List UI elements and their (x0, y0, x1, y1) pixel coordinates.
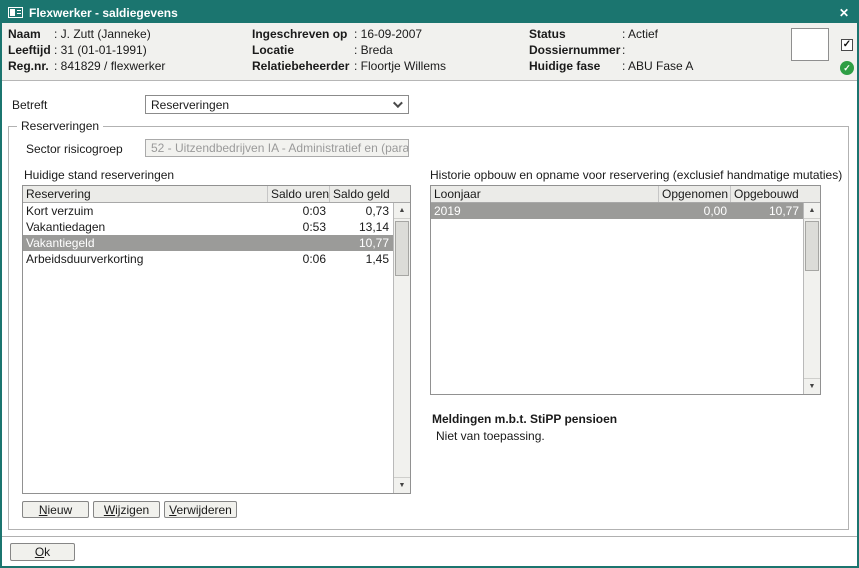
dialog-flexwerker-saldiegevens: Flexwerker - saldiegevens ✕ Naam : J. Zu… (0, 0, 859, 568)
cell-reservering: Kort verzuim (23, 204, 268, 218)
ingeschreven-label: Ingeschreven op (252, 28, 347, 41)
cell-saldo-geld: 10,77 (330, 236, 393, 250)
column-header-loonjaar[interactable]: Loonjaar (431, 186, 659, 202)
cell-loonjaar: 2019 (431, 204, 659, 218)
scrollbar-thumb[interactable] (395, 221, 409, 276)
cell-reservering: Vakantiedagen (23, 220, 268, 234)
table-row-selected[interactable]: 2019 0,00 10,77 (431, 203, 803, 219)
status-label: Status (529, 28, 566, 41)
window-title: Flexwerker - saldiegevens (29, 6, 837, 20)
cell-saldo-geld: 13,14 (330, 220, 393, 234)
sector-dropdown: 52 - Uitzendbedrijven IA - Administratie… (145, 139, 409, 157)
scroll-up-icon[interactable]: ▲ (394, 203, 410, 219)
cell-saldo-uren: 0:03 (268, 204, 330, 218)
status-value: : Actief (622, 28, 658, 41)
ingeschreven-value: : 16-09-2007 (354, 28, 422, 41)
betreft-label: Betreft (12, 98, 47, 112)
close-icon[interactable]: ✕ (837, 6, 851, 20)
table-row[interactable]: Kort verzuim 0:03 0,73 (23, 203, 393, 219)
naam-label: Naam (8, 28, 41, 41)
left-table-caption: Huidige stand reserveringen (24, 168, 174, 182)
betreft-value: Reserveringen (151, 98, 229, 112)
vertical-scrollbar[interactable]: ▲ ▼ (803, 203, 820, 394)
chevron-down-icon (393, 98, 403, 108)
column-header-reservering[interactable]: Reservering (23, 186, 268, 202)
huidige-fase-value: : ABU Fase A (622, 60, 693, 73)
cell-opgebouwd: 10,77 (731, 204, 803, 218)
meldingen-text: Niet van toepassing. (436, 429, 545, 443)
cell-saldo-geld: 1,45 (330, 252, 393, 266)
cell-saldo-uren: 0:06 (268, 252, 330, 266)
reserveringen-table-body: Kort verzuim 0:03 0,73 Vakantiedagen 0:5… (23, 203, 393, 493)
dossiernummer-value: : (622, 44, 625, 57)
table-row[interactable]: Arbeidsduurverkorting 0:06 1,45 (23, 251, 393, 267)
cell-saldo-geld: 0,73 (330, 204, 393, 218)
column-header-saldo-geld[interactable]: Saldo geld (330, 186, 410, 202)
titlebar[interactable]: Flexwerker - saldiegevens ✕ (2, 2, 857, 23)
status-ok-icon: ✓ (840, 61, 854, 75)
groupbox-label: Reserveringen (17, 119, 103, 133)
footer-divider (2, 536, 857, 537)
app-icon (8, 7, 23, 18)
leeftijd-label: Leeftijd (8, 44, 51, 57)
relatiebeheerder-value: : Floortje Willems (354, 60, 446, 73)
naam-value: : J. Zutt (Janneke) (54, 28, 151, 41)
ok-button[interactable]: Ok (10, 543, 75, 561)
sector-value: 52 - Uitzendbedrijven IA - Administratie… (151, 141, 409, 155)
leeftijd-value: : 31 (01-01-1991) (54, 44, 147, 57)
header-checkbox[interactable]: ✓ (841, 39, 853, 51)
verwijderen-button-label: Verwijderen (169, 503, 232, 517)
history-table-caption: Historie opbouw en opname voor reserveri… (430, 168, 842, 182)
nieuw-button[interactable]: Nieuw (22, 501, 89, 518)
verwijderen-button[interactable]: Verwijderen (164, 501, 237, 518)
regnr-label: Reg.nr. (8, 60, 49, 73)
reserveringen-table: Reservering Saldo uren Saldo geld Kort v… (22, 185, 411, 494)
cell-saldo-uren: 0:53 (268, 220, 330, 234)
regnr-value: : 841829 / flexwerker (54, 60, 165, 73)
photo-placeholder (791, 28, 829, 61)
flexwerker-info-header: Naam : J. Zutt (Janneke) Leeftijd : 31 (… (2, 23, 857, 81)
relatiebeheerder-label: Relatiebeheerder (252, 60, 349, 73)
table-row-selected[interactable]: Vakantiegeld 10,77 (23, 235, 393, 251)
scroll-down-icon[interactable]: ▼ (804, 378, 820, 394)
column-header-saldo-uren[interactable]: Saldo uren (268, 186, 330, 202)
ok-button-label: Ok (35, 545, 50, 559)
historie-table-header: Loonjaar Opgenomen Opgebouwd (431, 186, 820, 203)
column-header-opgenomen[interactable]: Opgenomen (659, 186, 731, 202)
wijzigen-button[interactable]: Wijzigen (93, 501, 160, 518)
historie-table-body: 2019 0,00 10,77 (431, 203, 803, 394)
cell-opgenomen: 0,00 (659, 204, 731, 218)
sector-label: Sector risicogroep (26, 142, 123, 156)
dossiernummer-label: Dossiernummer (529, 44, 620, 57)
cell-reservering: Vakantiegeld (23, 236, 268, 250)
scroll-up-icon[interactable]: ▲ (804, 203, 820, 219)
locatie-label: Locatie (252, 44, 294, 57)
historie-table: Loonjaar Opgenomen Opgebouwd 2019 0,00 1… (430, 185, 821, 395)
table-row[interactable]: Vakantiedagen 0:53 13,14 (23, 219, 393, 235)
cell-reservering: Arbeidsduurverkorting (23, 252, 268, 266)
huidige-fase-label: Huidige fase (529, 60, 600, 73)
checkmark-icon: ✓ (843, 40, 851, 50)
scrollbar-thumb[interactable] (805, 221, 819, 271)
column-header-opgebouwd[interactable]: Opgebouwd (731, 186, 820, 202)
locatie-value: : Breda (354, 44, 393, 57)
scroll-down-icon[interactable]: ▼ (394, 477, 410, 493)
meldingen-title: Meldingen m.b.t. StiPP pensioen (432, 412, 617, 426)
wijzigen-button-label: Wijzigen (104, 503, 149, 517)
nieuw-button-label: Nieuw (39, 503, 72, 517)
betreft-dropdown[interactable]: Reserveringen (145, 95, 409, 114)
vertical-scrollbar[interactable]: ▲ ▼ (393, 203, 410, 493)
reserveringen-table-header: Reservering Saldo uren Saldo geld (23, 186, 410, 203)
